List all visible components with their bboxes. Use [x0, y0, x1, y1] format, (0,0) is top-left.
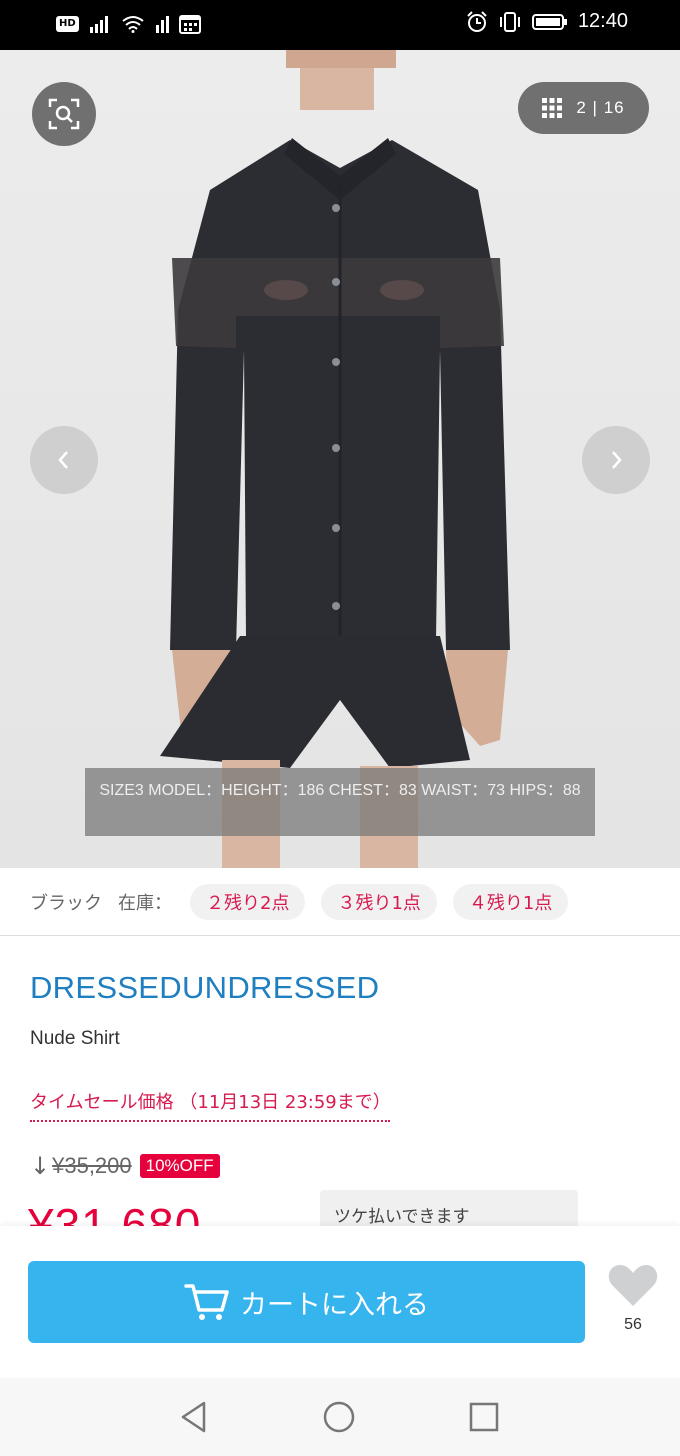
signal-icon	[89, 16, 108, 33]
sale-price: ¥31,680	[28, 1199, 202, 1226]
size-chip-4[interactable]: ４残り1点	[452, 883, 569, 920]
favorite-count: 56	[624, 1316, 642, 1333]
image-counter: 2 | 16	[576, 98, 625, 117]
discount-badge: 10%OFF	[139, 1154, 220, 1178]
size-chip-2[interactable]: ２残り2点	[190, 883, 306, 920]
zoom-icon	[48, 98, 80, 130]
product-name: Nude Shirt	[30, 1028, 120, 1049]
previous-image-button[interactable]	[30, 426, 98, 494]
model-size-caption: SIZE3 MODEL：HEIGHT：186 CHEST：83 WAIST：73…	[85, 768, 595, 836]
add-to-cart-button[interactable]: カートに入れる	[28, 1261, 585, 1343]
price-row: ↓ ¥35,200 10%OFF	[30, 1152, 220, 1180]
favorite-button[interactable]: 56	[604, 1262, 662, 1334]
brand-link[interactable]: DRESSEDUNDRESSED	[30, 970, 379, 1006]
home-icon[interactable]	[322, 1400, 356, 1434]
add-to-cart-label: カートに入れる	[240, 1289, 429, 1321]
original-price: ¥35,200	[52, 1153, 132, 1178]
price-area: ¥31,680 ツケ払いできます	[0, 1190, 680, 1226]
status-bar: HD 12:40	[0, 0, 680, 50]
time-sale-label: タイムセール価格 （11月13日 23:59まで）	[30, 1088, 391, 1122]
chevron-right-icon	[612, 451, 622, 469]
cart-icon	[184, 1284, 229, 1320]
system-nav-bar	[0, 1378, 680, 1456]
deferred-payment-note[interactable]: ツケ払いできます	[320, 1190, 578, 1226]
arrow-down-icon: ↓	[30, 1152, 51, 1180]
stock-label: 在庫：	[118, 892, 172, 914]
image-counter-button[interactable]: 2 | 16	[518, 82, 649, 134]
zoom-button[interactable]	[32, 82, 96, 146]
next-image-button[interactable]	[582, 426, 650, 494]
hd-badge: HD	[56, 16, 79, 32]
signal2-icon	[155, 16, 169, 33]
recents-icon[interactable]	[468, 1400, 500, 1434]
status-time: 12:40	[577, 10, 628, 32]
wifi-icon	[122, 16, 144, 33]
heart-icon	[608, 1265, 658, 1306]
color-label: ブラック	[30, 892, 102, 914]
alarm-icon	[467, 10, 487, 32]
stock-row: ブラック 在庫： ２残り2点 ３残り1点 ４残り1点	[0, 868, 680, 936]
status-right: 12:40	[466, 10, 628, 33]
back-icon[interactable]	[178, 1400, 210, 1434]
product-image-gallery[interactable]: 2 | 16 SIZE3 MODEL：HEIGHT：186 CHEST：83 W…	[0, 50, 680, 868]
product-photo	[160, 50, 510, 868]
action-bar: カートに入れる 56	[0, 1226, 680, 1378]
size-chip-3[interactable]: ３残り1点	[321, 883, 437, 920]
battery-icon	[531, 13, 567, 30]
grid-icon	[542, 98, 563, 118]
status-left: HD	[56, 14, 201, 34]
vibrate-icon	[499, 11, 520, 32]
chevron-left-icon	[58, 451, 68, 469]
calendar-icon	[178, 15, 201, 34]
